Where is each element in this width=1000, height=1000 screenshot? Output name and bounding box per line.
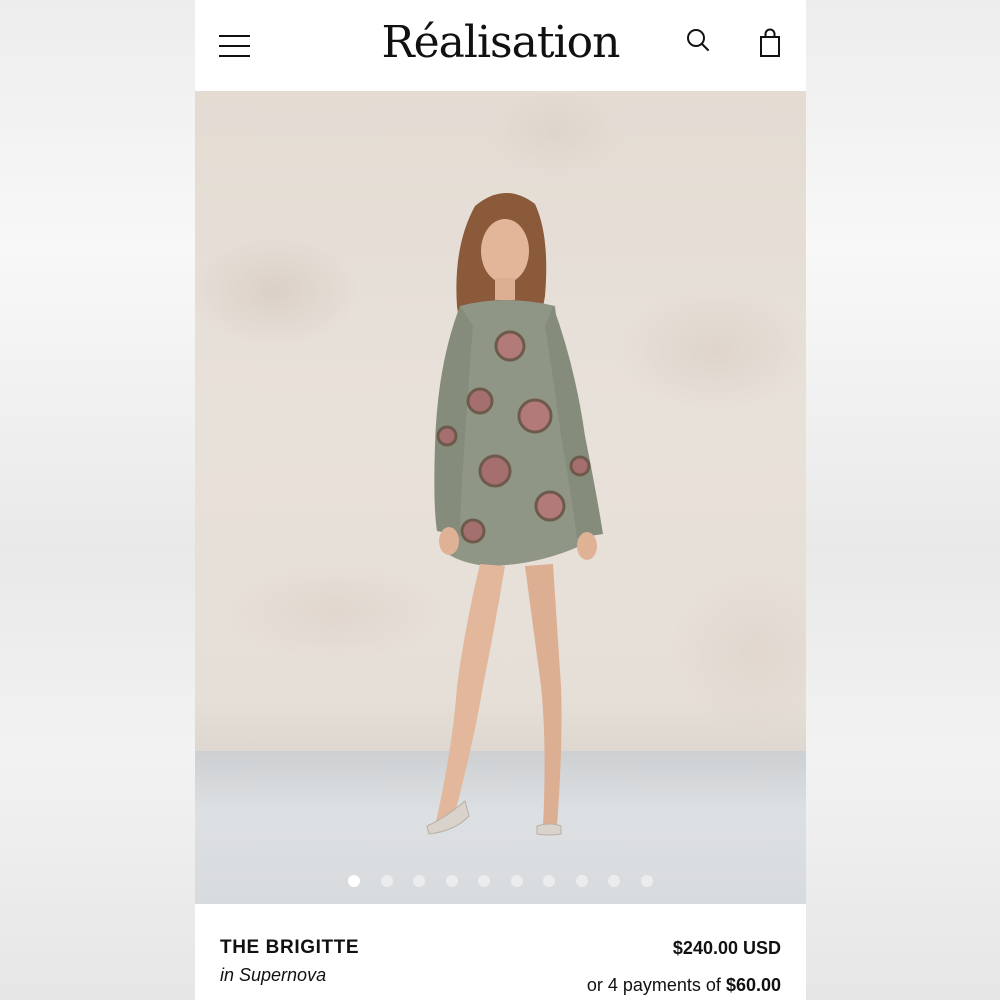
product-info: THE BRIGITTE in Supernova $240.00 USD or… [195, 904, 806, 1000]
search-icon[interactable] [683, 26, 713, 56]
shopping-bag-icon[interactable] [755, 26, 785, 58]
carousel-dot-4[interactable] [446, 875, 458, 887]
carousel-dot-5[interactable] [478, 875, 490, 887]
brand-logo[interactable]: Réalisation [195, 8, 806, 78]
carousel-dot-1[interactable] [348, 875, 360, 887]
carousel-dot-7[interactable] [543, 875, 555, 887]
carousel-dot-9[interactable] [608, 875, 620, 887]
product-variant: in Supernova [220, 965, 327, 985]
product-name: THE BRIGITTE [220, 937, 360, 958]
product-price: $240.00 USD [672, 938, 781, 958]
background-blur-left [0, 0, 195, 1000]
carousel-pagination [195, 873, 806, 889]
carousel-dot-3[interactable] [413, 875, 425, 887]
carousel-dot-2[interactable] [381, 875, 393, 887]
model-in-dress-photo [426, 192, 603, 836]
installment-amount: $60.00 [725, 975, 781, 995]
installment-prefix: or 4 payments of [586, 975, 726, 995]
product-image-carousel[interactable] [195, 91, 806, 904]
carousel-dot-8[interactable] [576, 875, 588, 887]
carousel-dot-6[interactable] [511, 875, 523, 887]
carousel-dot-10[interactable] [641, 875, 653, 887]
background-blur-right [806, 0, 1000, 1000]
site-header: Réalisation [195, 0, 806, 91]
installment-info[interactable]: or 4 payments of $60.00 [587, 975, 781, 996]
product-page: Réalisation THE BRIGITTE in Supernova $2… [195, 0, 806, 1000]
